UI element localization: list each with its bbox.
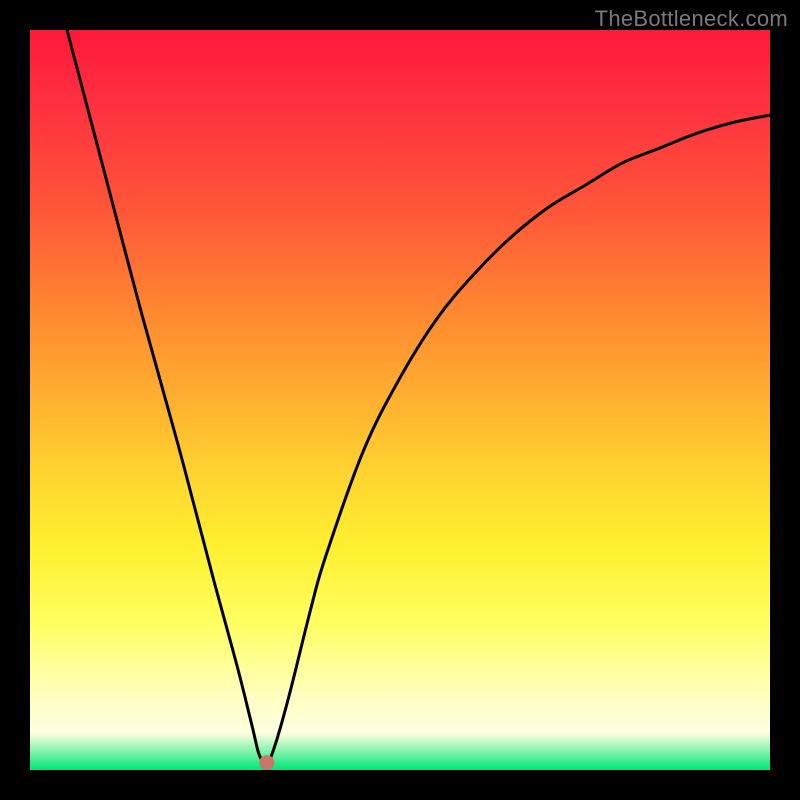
optimal-point-marker [260, 756, 274, 770]
plot-area [30, 30, 770, 770]
curve-layer [30, 30, 770, 770]
watermark-text: TheBottleneck.com [595, 6, 788, 32]
bottleneck-curve [67, 30, 770, 763]
chart-frame: TheBottleneck.com [0, 0, 800, 800]
